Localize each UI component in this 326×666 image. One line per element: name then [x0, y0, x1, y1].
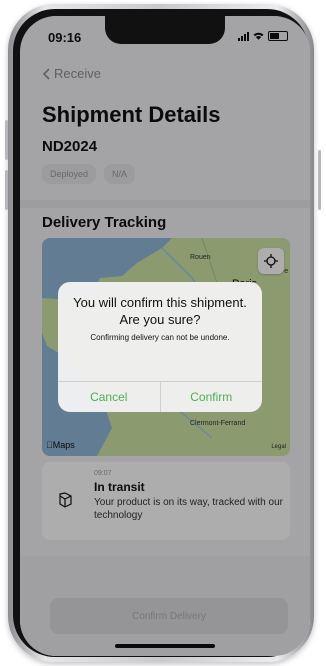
alert-message: Confirming delivery can not be undone. — [90, 333, 230, 342]
cancel-button[interactable]: Cancel — [58, 382, 160, 412]
volume-button — [5, 120, 8, 160]
alert-title: You will confirm this shipment. Are you … — [73, 295, 247, 327]
volume-button — [5, 170, 8, 210]
screen: 09:16 Receive Shipment Details ND2024 De… — [20, 16, 310, 656]
alert-actions: Cancel Confirm — [58, 381, 262, 412]
notch — [105, 16, 225, 44]
confirm-button[interactable]: Confirm — [161, 382, 263, 412]
confirm-alert: You will confirm this shipment. Are you … — [58, 282, 262, 412]
power-button — [318, 150, 321, 210]
